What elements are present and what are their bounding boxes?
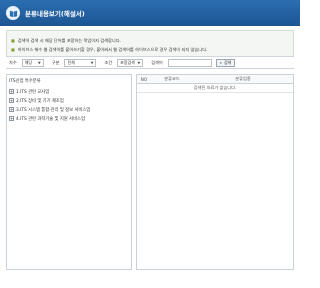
result-table: NO 분류코드 분류업종 검색된 자료가 없습니다. bbox=[136, 74, 294, 270]
info-line: ■ 검색어 검색 시 해당 단어를 포함하는 목업이지 검색합니다. bbox=[11, 36, 289, 45]
search-icon: ⌕ bbox=[219, 60, 222, 65]
search-bar: 차수 해당 ▼ 구분 전체 ▼ 조건 포함검색 ▼ 검색어 ⌕ 검색 bbox=[6, 56, 294, 69]
tree-root: ITS산업 특수분류 bbox=[9, 79, 41, 84]
search-button-label: 검색 bbox=[223, 59, 232, 65]
column-header-name: 분류업종 bbox=[235, 76, 251, 81]
window-title: 분류내용보기(해설서) bbox=[25, 10, 85, 18]
tree-item-label: 4.ITS 관련 과학기술 및 지원 서비스업 bbox=[16, 116, 85, 122]
condition-label: 조건 bbox=[104, 59, 113, 65]
info-line: ■ 하이브스 해수 웹 검색어를 붙어쓰기할 경우, 붙어써서 웹 검색어를 하… bbox=[11, 45, 289, 54]
info-text: 하이브스 해수 웹 검색어를 붙어쓰기할 경우, 붙어써서 웹 검색어를 하이브… bbox=[17, 46, 208, 52]
category-label: 구분 bbox=[51, 59, 60, 65]
category-select[interactable]: 전체 ▼ bbox=[64, 58, 97, 67]
tree-item[interactable]: + 1.ITS 관련 교사업 bbox=[9, 87, 129, 96]
keyword-input[interactable] bbox=[167, 58, 212, 67]
tree-item-label: 1.ITS 관련 교사업 bbox=[16, 89, 50, 95]
search-button[interactable]: ⌕ 검색 bbox=[215, 58, 236, 67]
level-select-value: 해당 bbox=[24, 59, 33, 65]
condition-select-value: 포함검색 bbox=[120, 59, 135, 65]
info-text: 검색어 검색 시 해당 단어를 포함하는 목업이지 검색합니다. bbox=[17, 37, 121, 43]
tree-item[interactable]: + 3.ITS 시스템 통합·관리 및 정보 서비스업 bbox=[9, 105, 129, 114]
chevron-down-icon: ▼ bbox=[137, 60, 141, 65]
category-select-value: 전체 bbox=[67, 59, 75, 65]
empty-message: 검색된 자료가 없습니다. bbox=[137, 84, 293, 93]
chevron-down-icon: ▼ bbox=[90, 60, 94, 65]
expand-icon[interactable]: + bbox=[9, 89, 14, 94]
level-label: 차수 bbox=[9, 59, 17, 65]
window-title-bar: 분류내용보기(해설서) bbox=[0, 0, 300, 26]
keyword-label: 검색어 bbox=[151, 59, 163, 65]
category-tree: ITS산업 특수분류 + 1.ITS 관련 교사업 + 2.ITS 장비 및 기… bbox=[6, 74, 132, 270]
expand-icon[interactable]: + bbox=[9, 98, 14, 103]
bullet-icon: ■ bbox=[11, 47, 15, 52]
column-header-no: NO bbox=[140, 76, 148, 82]
level-select[interactable]: 해당 ▼ bbox=[21, 58, 44, 67]
expand-icon[interactable]: + bbox=[9, 107, 14, 112]
expand-icon[interactable]: + bbox=[9, 116, 14, 121]
bullet-icon: ■ bbox=[11, 38, 15, 43]
tree-item[interactable]: + 4.ITS 관련 과학기술 및 지원 서비스업 bbox=[9, 114, 129, 123]
condition-select[interactable]: 포함검색 ▼ bbox=[117, 58, 144, 67]
tree-item[interactable]: + 2.ITS 장비 및 기기 제조업 bbox=[9, 96, 129, 105]
tree-item-label: 2.ITS 장비 및 기기 제조업 bbox=[16, 98, 64, 104]
tree-item-label: 3.ITS 시스템 통합·관리 및 정보 서비스업 bbox=[16, 107, 91, 113]
book-icon bbox=[6, 6, 20, 20]
table-header: NO 분류코드 분류업종 bbox=[137, 75, 293, 84]
chevron-down-icon: ▼ bbox=[38, 60, 41, 65]
column-header-code: 분류코드 bbox=[164, 76, 180, 81]
